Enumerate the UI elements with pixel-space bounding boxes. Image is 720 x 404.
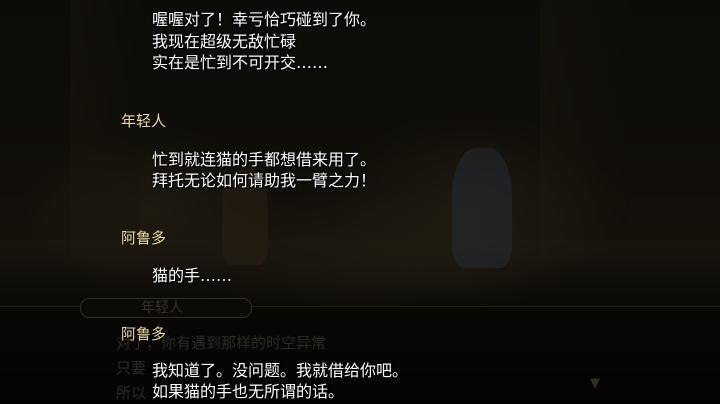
backlog-overlay[interactable]: 喔喔对了！幸亏恰巧碰到了你。 我现在超级无敌忙碌 实在是忙到不可开交…… 年轻人…	[0, 0, 720, 404]
backlog-speaker-name: 阿鲁多	[121, 229, 167, 247]
backlog-line: 如果猫的手也无所谓的话。	[152, 382, 345, 401]
backlog-line: 喔喔对了！幸亏恰巧碰到了你。	[152, 10, 377, 29]
backlog-line: 拜托无论如何请助我一臂之力！	[152, 171, 377, 190]
game-screen[interactable]: 年轻人 对了，你有遇到那样的时空异常 只要 所以 ▼ 喔喔对了！幸亏恰巧碰到了你…	[0, 0, 720, 404]
backlog-line: 猫的手……	[152, 266, 233, 285]
backlog-speaker-name: 阿鲁多	[121, 325, 167, 343]
backlog-speaker-name: 年轻人	[121, 112, 167, 130]
backlog-line: 实在是忙到不可开交……	[152, 53, 329, 72]
